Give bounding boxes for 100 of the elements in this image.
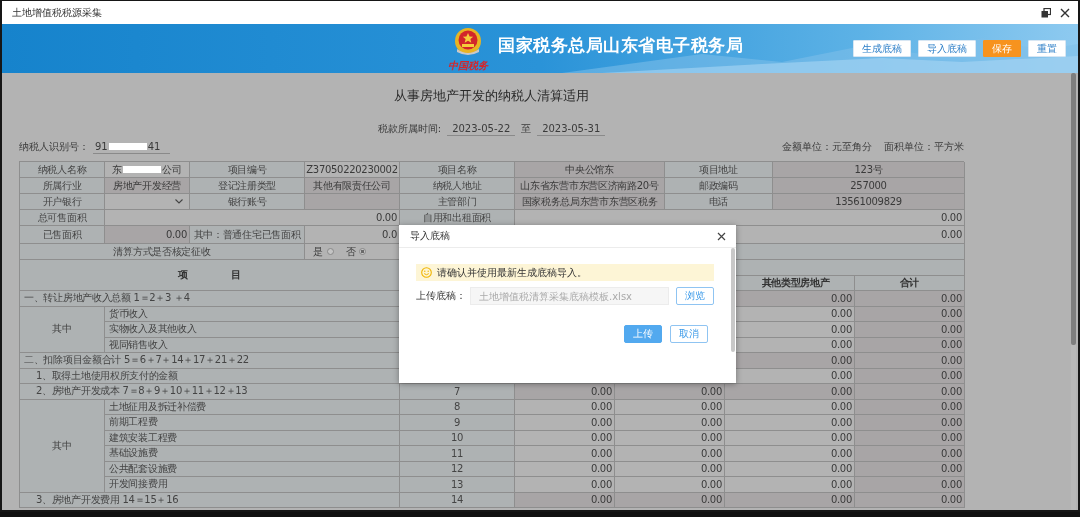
radio-button[interactable] xyxy=(326,248,334,255)
amount-cell: 0.00 xyxy=(855,446,965,462)
cell-text: 东 xyxy=(112,162,123,177)
field-label: 自用和出租面积 xyxy=(400,210,515,226)
field-label: 电话 xyxy=(665,194,773,210)
upload-label: 上传底稿： xyxy=(416,289,466,303)
dialog-button[interactable]: 取消 xyxy=(670,325,708,343)
field-label: 主管部门 xyxy=(400,194,515,210)
redaction-bar xyxy=(123,166,162,173)
field-label: 所属行业 xyxy=(20,178,105,194)
amount-cell: 0.00 xyxy=(515,384,615,400)
table-cell: 国家税务总局东营市东营区税务 xyxy=(515,194,665,210)
close-icon[interactable] xyxy=(1060,7,1070,18)
id-text: 41 xyxy=(147,140,161,153)
amount-cell: 0.00 xyxy=(615,446,725,462)
date-field[interactable]: 2023-05-22 xyxy=(447,122,516,136)
field-label: 清算方式是否核定征收 xyxy=(20,244,305,260)
table-cell: 123号 xyxy=(773,162,965,178)
site-title: 国家税务总局山东省电子税务局 xyxy=(498,34,743,57)
amount-cell: 0.00 xyxy=(855,477,965,493)
table-cell: 中央公馆东 xyxy=(515,162,665,178)
table-cell: 257000 xyxy=(773,178,965,194)
line-number: 11 xyxy=(400,446,515,462)
toolbar-button[interactable]: 导入底稿 xyxy=(918,40,976,57)
amount-cell: 0.00 xyxy=(725,477,855,493)
row-label: 2、房地产开发成本 7＝8＋9＋10＋11＋12＋13 xyxy=(20,384,400,400)
line-number: 9 xyxy=(400,415,515,431)
smiley-icon xyxy=(421,267,432,278)
group-label: 其中 xyxy=(20,399,105,493)
radio-button[interactable] xyxy=(359,248,367,255)
line-number: 13 xyxy=(400,477,515,493)
amount-cell: 0.00 xyxy=(515,415,615,431)
emblem-caption: 中国税务 xyxy=(448,59,488,71)
id-text: 91 xyxy=(95,140,108,153)
amount-cell: 0.00 xyxy=(615,477,725,493)
amount-cell: 0.00 xyxy=(855,322,965,338)
row-label: 开发间接费用 xyxy=(105,477,400,493)
column-header: 合计 xyxy=(855,276,965,291)
amount-cell: 0.00 xyxy=(725,384,855,400)
close-icon[interactable] xyxy=(717,231,726,241)
field-label: 银行账号 xyxy=(190,194,305,210)
file-field[interactable]: 土地增值税清算采集底稿模板.xlsx xyxy=(470,287,669,305)
cell-text: 公司 xyxy=(162,162,182,177)
table-cell: 其他有限责任公司 xyxy=(305,178,400,194)
table-cell: 房地产开发经营 xyxy=(105,178,190,194)
amount-cell: 0.00 xyxy=(515,477,615,493)
amount-cell: 0.00 xyxy=(615,384,725,400)
field-label: 项目名称 xyxy=(400,162,515,178)
field-label: 邮政编码 xyxy=(665,178,773,194)
field-label: 开户银行 xyxy=(20,194,105,210)
toolbar-button[interactable]: 重置 xyxy=(1028,40,1066,57)
table-cell: Z37050220230002 xyxy=(305,162,400,178)
field-label: 其中：普通住宅已售面积 xyxy=(190,226,305,244)
window-title: 土地增值税税源采集 xyxy=(12,5,103,20)
unit-text: 面积单位：平方米 xyxy=(884,140,964,154)
field-label: 已售面积 xyxy=(20,226,105,244)
amount-cell: 0.00 xyxy=(855,384,965,400)
toolbar-button[interactable]: 生成底稿 xyxy=(853,40,911,57)
taxpayer-id-label: 纳税人识别号： xyxy=(19,140,89,154)
field-label: 纳税人地址 xyxy=(400,178,515,194)
radio-label: 否 xyxy=(345,244,356,259)
emblem-icon xyxy=(454,26,482,55)
row-label: 前期工程费 xyxy=(105,415,400,431)
amount-cell: 0.00 xyxy=(855,353,965,369)
row-label: 实物收入及其他收入 xyxy=(105,322,400,338)
date-field[interactable]: 2023-05-31 xyxy=(537,122,606,136)
row-label: 基础设施费 xyxy=(105,446,400,462)
browse-button[interactable]: 浏览 xyxy=(676,287,714,305)
period-separator: 至 xyxy=(521,122,532,136)
scrollbar[interactable] xyxy=(731,248,735,352)
column-header: 项 目 xyxy=(20,260,400,291)
amount-cell: 0.00 xyxy=(105,226,190,244)
table-cell: 13561009829 xyxy=(773,194,965,210)
amount-cell: 0.00 xyxy=(515,446,615,462)
restore-icon[interactable] xyxy=(1041,7,1051,18)
dialog-button[interactable]: 上传 xyxy=(624,325,662,343)
field-label: 纳税人名称 xyxy=(20,162,105,178)
chevron-down-icon xyxy=(175,199,183,204)
group-label: 其中 xyxy=(20,306,105,353)
line-number: 7 xyxy=(400,384,515,400)
amount-cell: 0.00 xyxy=(725,415,855,431)
dialog-title: 导入底稿 xyxy=(410,229,451,243)
field-label: 项目地址 xyxy=(665,162,773,178)
amount-cell: 0.00 xyxy=(725,446,855,462)
field-label: 项目编号 xyxy=(190,162,305,178)
table-cell: 山东省东营市东营区济南路20号 xyxy=(515,178,665,194)
scrollbar[interactable] xyxy=(1071,73,1076,345)
radio-label: 是 xyxy=(313,244,323,259)
field-label: 登记注册类型 xyxy=(190,178,305,194)
amount-cell: 0.00 xyxy=(855,415,965,431)
taxpayer-id-field[interactable]: 91 41 xyxy=(93,140,170,154)
amount-cell: 0.00 xyxy=(855,291,965,307)
row-label: 二、扣除项目金额合计 5＝6＋7＋14＋17＋21＋22 xyxy=(20,353,400,369)
amount-cell: 0.00 xyxy=(105,210,400,226)
field-label: 总可售面积 xyxy=(20,210,105,226)
notice-text: 请确认并使用最新生成底稿导入。 xyxy=(437,265,587,280)
row-label: 一、转让房地产收入总额 1＝2＋3 ＋4 xyxy=(20,291,400,307)
amount-cell: 0.00 xyxy=(615,415,725,431)
unit-text: 金额单位：元至角分 xyxy=(782,140,872,154)
form-heading: 从事房地产开发的纳税人清算适用 xyxy=(393,88,590,104)
